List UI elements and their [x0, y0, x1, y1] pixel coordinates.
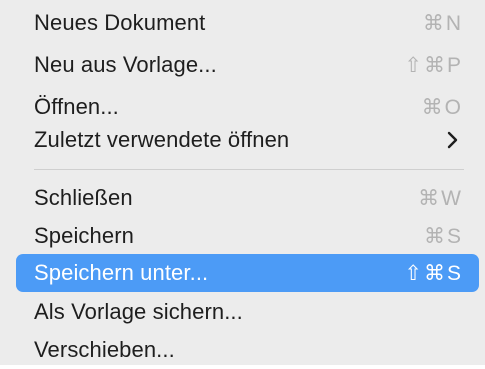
menu-item-neues-dokument[interactable]: Neues Dokument ⌘N — [16, 4, 479, 42]
menu-item-label: Als Vorlage sichern... — [34, 299, 243, 324]
menu-item-speichern[interactable]: Speichern ⌘S — [16, 217, 479, 255]
menu-item-shortcut: ⌘N — [422, 11, 463, 35]
menu-item-label: Speichern — [34, 223, 134, 248]
menu-item-shortcut: ⇧⌘S — [404, 261, 463, 285]
menu-item-shortcut: ⌘W — [418, 186, 463, 210]
menu-item-label: Schließen — [34, 185, 133, 210]
menu-item-label: Zuletzt verwendete öffnen — [34, 127, 290, 152]
file-menu: Neues Dokument ⌘N Neu aus Vorlage... ⇧⌘P… — [0, 0, 485, 365]
menu-item-shortcut: ⌘S — [423, 224, 463, 248]
menu-item-schliessen[interactable]: Schließen ⌘W — [16, 179, 479, 217]
menu-item-verschieben[interactable]: Verschieben... — [16, 331, 479, 369]
menu-item-label: Speichern unter... — [34, 260, 209, 285]
menu-item-speichern-unter[interactable]: Speichern unter... ⇧⌘S — [16, 254, 479, 292]
menu-separator — [34, 169, 464, 170]
menu-item-label: Neu aus Vorlage... — [34, 52, 217, 77]
menu-item-label: Verschieben... — [34, 337, 175, 362]
menu-item-neu-aus-vorlage[interactable]: Neu aus Vorlage... ⇧⌘P — [16, 46, 479, 84]
menu-item-als-vorlage-sichern[interactable]: Als Vorlage sichern... — [16, 293, 479, 331]
menu-item-label: Neues Dokument — [34, 10, 206, 35]
chevron-right-icon — [443, 130, 463, 150]
menu-item-shortcut: ⇧⌘P — [404, 53, 463, 77]
menu-item-shortcut: ⌘O — [421, 95, 463, 119]
menu-item-zuletzt-verwendete-oeffnen[interactable]: Zuletzt verwendete öffnen — [16, 121, 479, 159]
menu-item-label: Öffnen... — [34, 94, 119, 119]
